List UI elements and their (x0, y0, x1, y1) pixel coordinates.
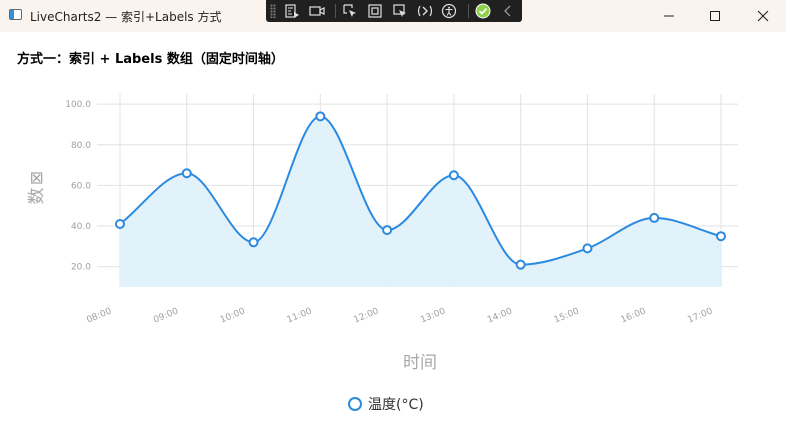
y-tick-label: 80.0 (71, 141, 91, 151)
y-axis-label-missing-glyph-icon: ⊠ (27, 171, 47, 185)
y-tick-label: 60.0 (71, 181, 91, 191)
data-point (716, 231, 726, 242)
data-point (115, 219, 125, 230)
y-axis-ticks: 20.0 40.0 60.0 80.0 100.0 (65, 100, 91, 273)
y-tick-label: 20.0 (71, 263, 91, 273)
y-axis-label: 数 (27, 188, 47, 205)
legend-marker (348, 397, 362, 411)
x-axis-ticks: 08:00 09:00 10:00 11:00 12:00 13:00 14:00 15:00… (85, 306, 714, 325)
x-tick-label: 08:00 (85, 306, 113, 325)
x-tick-label: 10:00 (219, 306, 247, 325)
legend-label: 温度(°C) (368, 397, 424, 413)
y-tick-label: 100.0 (65, 100, 91, 110)
x-tick-label: 17:00 (686, 306, 714, 325)
x-tick-label: 15:00 (553, 306, 581, 325)
data-point (582, 243, 593, 254)
x-axis-label: 时间 (403, 353, 437, 373)
data-point (448, 170, 459, 181)
chart-legend: 温度(°C) (348, 394, 424, 414)
x-tick-label: 16:00 (620, 306, 648, 325)
x-tick-label: 14:00 (486, 306, 514, 325)
x-tick-label: 12:00 (352, 306, 380, 325)
data-point (181, 168, 192, 179)
y-tick-label: 40.0 (71, 222, 91, 232)
x-tick-label: 09:00 (152, 306, 180, 325)
data-point (649, 212, 660, 223)
data-point (382, 225, 393, 236)
data-point (515, 259, 526, 270)
temperature-chart: 20.0 40.0 60.0 80.0 100.0 08:00 09:00 10:00 11:… (27, 94, 738, 373)
x-tick-label: 13:00 (419, 306, 447, 325)
x-tick-label: 11:00 (286, 306, 314, 325)
data-point (315, 111, 326, 122)
data-point (248, 237, 259, 248)
